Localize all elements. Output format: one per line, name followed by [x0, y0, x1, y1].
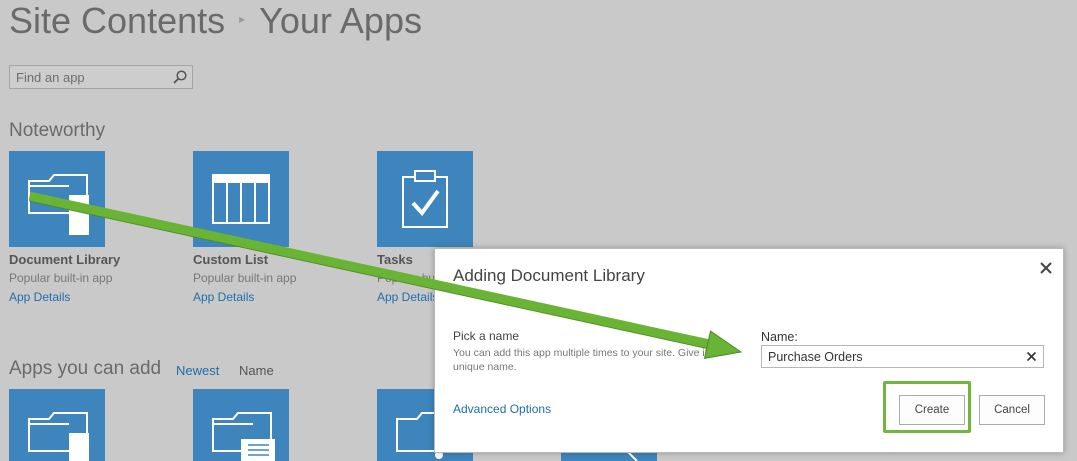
name-input[interactable]: [762, 346, 1026, 367]
app-search-box: [9, 65, 193, 89]
sort-newest-link[interactable]: Newest: [176, 363, 219, 378]
document-library-icon: [28, 174, 89, 235]
tile-app[interactable]: [193, 389, 289, 461]
search-input[interactable]: [10, 66, 176, 88]
breadcrumb-site-contents[interactable]: Site Contents: [9, 0, 225, 41]
tile-description: Popular built-in app: [9, 271, 113, 285]
pick-a-name-label: Pick a name: [453, 329, 520, 343]
tile-name: Document Library: [9, 252, 121, 267]
section-title-apps-you-can-add: Apps you can add: [9, 358, 162, 379]
pick-a-name-help: You can add this app multiple times to y…: [453, 347, 717, 373]
form-library-icon: [212, 412, 275, 461]
tasks-icon: [402, 170, 448, 228]
custom-list-icon: [212, 174, 270, 224]
advanced-options-link[interactable]: Advanced Options: [453, 402, 551, 416]
tile-name: Custom List: [193, 252, 269, 267]
tile-name: Tasks: [377, 252, 413, 267]
app-details-link[interactable]: App Details: [377, 290, 438, 304]
breadcrumb-your-apps: Your Apps: [259, 0, 422, 41]
dialog-title: Adding Document Library: [453, 266, 645, 285]
tile-tasks[interactable]: [377, 151, 473, 247]
search-icon[interactable]: [172, 69, 188, 85]
name-label: Name:: [761, 330, 798, 344]
document-library-icon: [28, 412, 89, 461]
create-button-highlight: [883, 381, 971, 433]
tile-app[interactable]: [9, 389, 105, 461]
cancel-button[interactable]: Cancel: [979, 395, 1045, 425]
clear-icon[interactable]: [1026, 351, 1037, 362]
close-icon[interactable]: [1038, 260, 1054, 276]
name-field: [761, 345, 1044, 368]
breadcrumb-separator-icon: ▸: [239, 12, 246, 27]
sort-name-link[interactable]: Name: [239, 363, 274, 378]
page-title: Site Contents ▸ Your Apps: [9, 0, 422, 42]
app-details-link[interactable]: App Details: [193, 290, 254, 304]
app-details-link[interactable]: App Details: [9, 290, 70, 304]
section-title-noteworthy: Noteworthy: [9, 120, 106, 141]
tile-custom-list[interactable]: [193, 151, 289, 247]
tile-document-library[interactable]: [9, 151, 105, 247]
tile-description: Popular built-in app: [193, 271, 297, 285]
